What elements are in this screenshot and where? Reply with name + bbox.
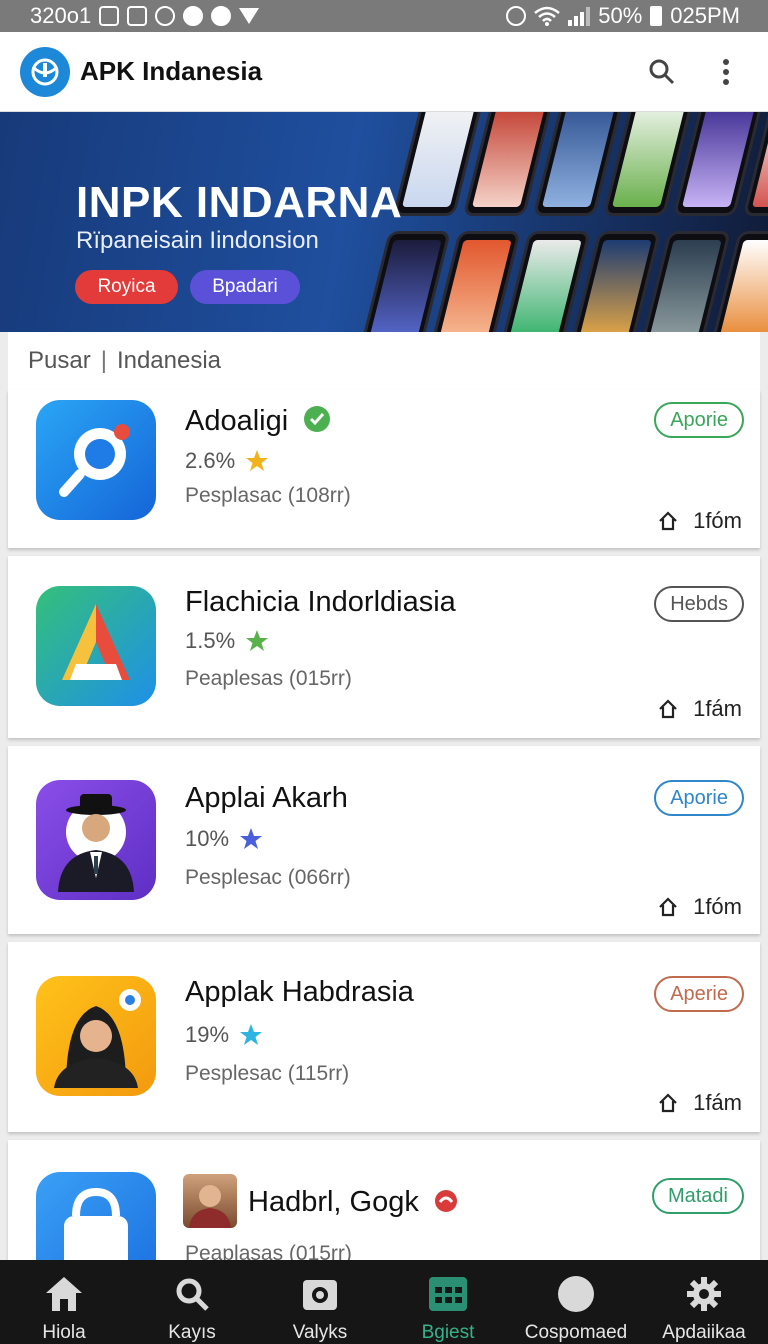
sync-icon bbox=[155, 6, 176, 26]
app-logo-icon bbox=[20, 46, 70, 97]
app-name: Flachicia Indorldiasia bbox=[185, 586, 456, 618]
nav-item-browse[interactable]: Bgiest bbox=[384, 1260, 512, 1344]
app-icon-bag bbox=[36, 1172, 156, 1260]
app-rating: 10% bbox=[185, 826, 263, 852]
home-outline-icon bbox=[659, 511, 677, 531]
search-button[interactable] bbox=[640, 50, 684, 94]
bottom-navigation: Hiola Kayıs Valyks Bgiest Cospomaed Apda… bbox=[0, 1260, 768, 1344]
banner-primary-button[interactable]: Royica bbox=[75, 270, 178, 304]
breadcrumb: Pusar | Indanesia bbox=[8, 332, 760, 390]
search-icon bbox=[170, 1272, 214, 1316]
app-icon-portrait bbox=[36, 976, 156, 1096]
app-name: Adoaligi bbox=[185, 404, 332, 438]
star-icon bbox=[246, 630, 269, 651]
alarm-icon bbox=[506, 6, 527, 26]
download-icon bbox=[239, 8, 260, 24]
battery-icon bbox=[650, 6, 663, 26]
circle-icon bbox=[554, 1272, 598, 1316]
app-icon-a bbox=[36, 586, 156, 706]
nav-label: Kayıs bbox=[168, 1322, 216, 1343]
app-list-item[interactable]: Applai Akarh 10% Pesplesac (066rr) Apori… bbox=[8, 746, 760, 934]
install-button[interactable]: Hebds bbox=[654, 586, 744, 622]
app-icon-search bbox=[36, 400, 156, 520]
battery-percent: 50% bbox=[598, 3, 643, 28]
app-size: 1fóm bbox=[657, 894, 742, 920]
signal-icon bbox=[568, 6, 591, 26]
nav-label: Hiola bbox=[42, 1322, 86, 1343]
sim-icon bbox=[127, 6, 148, 26]
nav-item-search[interactable]: Kayıs bbox=[128, 1260, 256, 1344]
app-list-item[interactable]: Applak Habdrasia 19% Pesplesac (115rr) A… bbox=[8, 942, 760, 1132]
install-button[interactable]: Aporie bbox=[654, 780, 744, 816]
nav-item-camera[interactable]: Valyks bbox=[256, 1260, 384, 1344]
breadcrumb-item[interactable]: Pusar bbox=[28, 347, 91, 375]
status-bar: 320o1 50% 025PM bbox=[0, 0, 768, 32]
app-size: 1fám bbox=[657, 1090, 742, 1116]
app-title: APK Indanesia bbox=[80, 56, 263, 86]
home-outline-icon bbox=[659, 1093, 677, 1113]
status-time: 320o1 bbox=[30, 3, 92, 28]
app-description: Pesplesac (115rr) bbox=[185, 1062, 350, 1085]
install-button[interactable]: Matadi bbox=[651, 1178, 744, 1214]
more-options-button[interactable] bbox=[704, 50, 748, 94]
app-description: Pesplasac (108rr) bbox=[185, 484, 351, 507]
home-icon bbox=[42, 1272, 86, 1316]
status-right: 50% 025PM bbox=[506, 3, 740, 29]
app-size: 1fóm bbox=[657, 508, 742, 534]
app-rating: 2.6% bbox=[185, 448, 269, 474]
nav-label: Bgiest bbox=[421, 1322, 475, 1343]
app-rating: 19% bbox=[185, 1022, 263, 1048]
badge-icon bbox=[434, 1190, 457, 1212]
wifi-icon bbox=[534, 6, 561, 26]
app-list-item[interactable]: Flachicia Indorldiasia 1.5% Peaplesas (0… bbox=[8, 556, 760, 738]
settings-icon bbox=[682, 1272, 726, 1316]
status-clock: 025PM bbox=[670, 3, 740, 28]
home-outline-icon bbox=[659, 897, 677, 917]
banner-title: INPK INDARNA bbox=[76, 178, 403, 227]
search-icon bbox=[649, 59, 675, 84]
breadcrumb-item[interactable]: Indanesia bbox=[117, 347, 221, 375]
app-description: Peaplesas (015rr) bbox=[185, 667, 352, 690]
camera-icon bbox=[298, 1272, 342, 1316]
app-list-item[interactable]: Adoaligi 2.6% Pesplasac (108rr) Aporie 1… bbox=[8, 390, 760, 548]
nav-item-components[interactable]: Cospomaed bbox=[512, 1260, 640, 1344]
app-name: Hadbrl, Gogk bbox=[248, 1186, 459, 1219]
nav-item-home[interactable]: Hiola bbox=[0, 1260, 128, 1344]
breadcrumb-separator: | bbox=[100, 347, 107, 374]
app-description: Peaplasas (015rr) bbox=[185, 1242, 352, 1260]
app-list-item[interactable]: Hadbrl, Gogk Peaplasas (015rr) Matadi bbox=[8, 1140, 760, 1260]
home-outline-icon bbox=[659, 699, 677, 719]
star-icon bbox=[240, 828, 263, 849]
app-name: Applai Akarh bbox=[185, 782, 348, 814]
app-icon-portrait bbox=[36, 780, 156, 900]
star-icon bbox=[246, 450, 269, 471]
banner-secondary-button[interactable]: Bpadari bbox=[190, 270, 300, 304]
app-description: Pesplesac (066rr) bbox=[185, 866, 351, 889]
nav-item-settings[interactable]: Apdaiikaa bbox=[640, 1260, 768, 1344]
nav-label: Valyks bbox=[292, 1322, 348, 1343]
install-button[interactable]: Aperie bbox=[654, 976, 744, 1012]
status-left: 320o1 bbox=[30, 3, 260, 29]
nav-label: Apdaiikaa bbox=[662, 1322, 746, 1343]
app-size: 1fám bbox=[657, 696, 742, 722]
more-vert-icon bbox=[723, 58, 729, 85]
app-name: Applak Habdrasia bbox=[185, 976, 414, 1008]
nav-label: Cospomaed bbox=[524, 1322, 628, 1343]
app-rating: 1.5% bbox=[185, 628, 269, 654]
media-icon bbox=[211, 6, 232, 26]
banner-subtitle: Rïpaneisain Iindonsion bbox=[76, 227, 319, 254]
promo-banner[interactable]: INPK INDARNA Rïpaneisain Iindonsion Royi… bbox=[0, 112, 768, 332]
notification-icon bbox=[99, 6, 120, 26]
app-bar: APK Indanesia bbox=[0, 32, 768, 112]
messenger-icon bbox=[183, 6, 204, 26]
install-button[interactable]: Aporie bbox=[654, 402, 744, 438]
avatar bbox=[183, 1174, 237, 1228]
grid-icon bbox=[426, 1272, 470, 1316]
star-icon bbox=[240, 1024, 263, 1045]
verified-badge-icon bbox=[304, 406, 331, 432]
